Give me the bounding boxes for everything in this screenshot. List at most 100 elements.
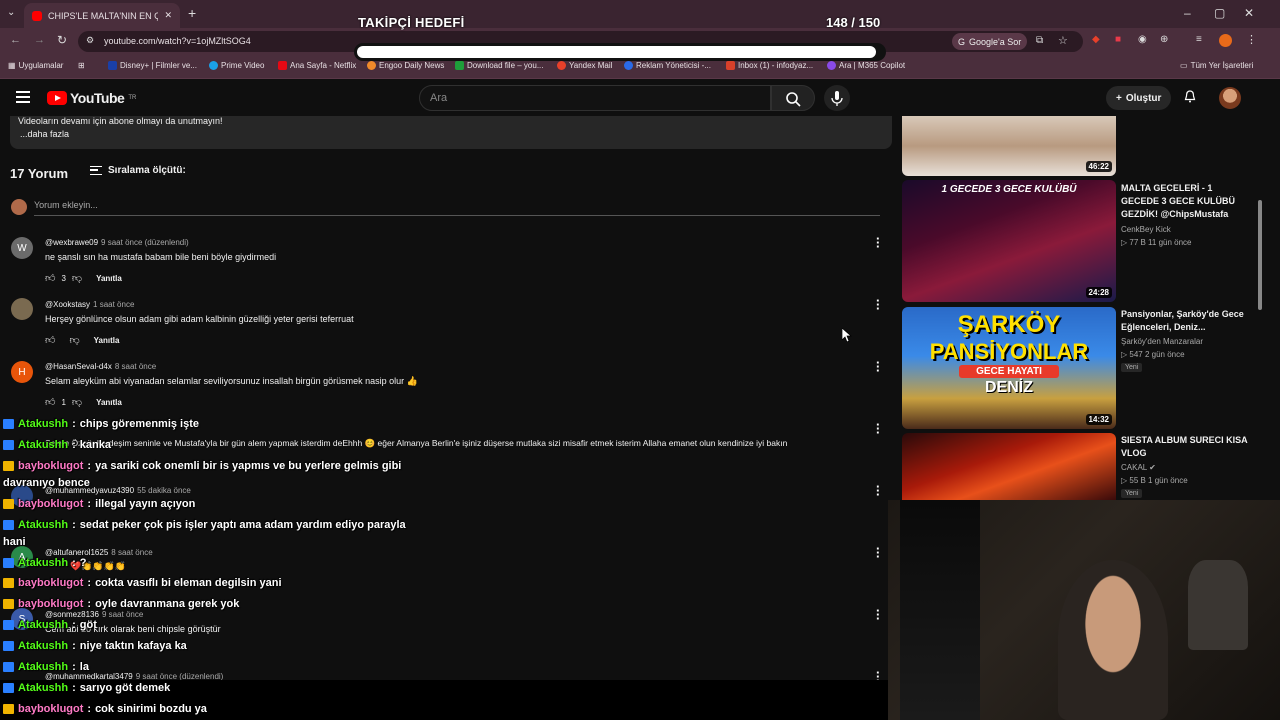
comment-time[interactable]: 9 saat önce (düzenlendi) [101,238,189,247]
comment-header: @sonmez8136 9 saat önce [45,610,143,619]
comment-time[interactable]: 8 saat önce [115,362,156,371]
follower-goal-count: 148 / 150 [826,15,881,30]
sidebar-scrollbar[interactable] [1258,200,1262,310]
site-info-icon[interactable]: ⚙ [86,35,94,46]
comment-author[interactable]: @Xookstasy [45,300,90,309]
video-thumbnail[interactable]: ŞARKÖY PANSİYONLAR GECE HAYATI DENİZ 14:… [902,307,1116,429]
bookmark-label: Yandex Mail [569,61,613,70]
comment-author[interactable]: @altufanerol1625 [45,548,108,557]
video-title[interactable]: SIESTA ALBUM SURECI KISA VLOG [1121,434,1251,460]
add-comment-input[interactable]: Yorum ekleyin... [34,200,880,216]
dislike-icon[interactable]: 👎︎ [72,272,82,284]
comment-author[interactable]: @HasanSeval-d4x [45,362,112,371]
create-button[interactable]: + Oluştur [1106,86,1172,110]
reload-icon[interactable]: ↻ [57,33,67,47]
url-text[interactable]: youtube.com/watch?v=1ojMZltSOG4 [104,36,251,46]
chat-badge-icon [3,499,14,509]
comment-time[interactable]: 55 dakika önce [137,486,191,495]
comment-menu-icon[interactable]: ··· [876,542,880,563]
video-thumbnail[interactable]: 1 GECEDE 3 GECE KULÜBÜ 24:28 [902,180,1116,302]
bookmark-download[interactable]: Download file – you... [455,61,544,70]
comment-menu-icon[interactable]: ··· [876,480,880,501]
bookmark-copilot[interactable]: Ara | M365 Copilot [827,61,905,70]
comment-time[interactable]: 8 saat önce [111,548,152,557]
maximize-icon[interactable]: ▢ [1214,6,1225,20]
google-ask-button[interactable]: G Google'a Sor [952,33,1028,50]
bookmark-engoo[interactable]: Engoo Daily News [367,61,444,70]
profile-icon[interactable] [1219,34,1232,47]
search-button[interactable] [771,85,815,111]
search-input[interactable]: Ara [419,85,771,111]
like-icon[interactable]: 👍︎ [45,272,55,284]
youtube-logo[interactable]: YouTube TR [47,90,136,106]
chat-message: Atakushh:? [3,557,87,569]
thumbnail-banner-text: 1 GECEDE 3 GECE KULÜBÜ [941,184,1077,195]
bookmark-inbox[interactable]: Inbox (1) - infodyaz... [726,61,813,70]
comment-avatar[interactable]: W [11,237,33,259]
bookmark-label: Disney+ | Filmler ve... [120,61,197,70]
chat-text: ya sariki cok onemli bir is yapmıs ve bu… [95,460,402,472]
channel-name[interactable]: CenkBey Kick [1121,225,1171,234]
bookmark-reklam[interactable]: Reklam Yöneticisi -... [624,61,711,70]
browser-menu-icon[interactable]: ⋮ [1246,33,1257,46]
video-title[interactable]: MALTA GECELERİ - 1 GECEDE 3 GECE KULÜBÜ … [1121,182,1251,221]
user-avatar[interactable] [1219,87,1241,109]
chat-text: kanka [79,439,111,451]
comment-time[interactable]: 1 saat önce [93,300,134,309]
country-code: TR [128,95,137,101]
extension-icon-3[interactable]: ◉ [1138,34,1147,45]
notifications-bell-icon[interactable] [1184,90,1196,103]
bookmark-star-icon[interactable]: ☆ [1058,34,1068,47]
browser-tab-active[interactable]: CHIPS'LE MALTA'NIN EN ÇILGIN ✕ [24,3,180,28]
channel-name[interactable]: Şarköy'den Manzaralar [1121,337,1203,346]
video-thumbnail[interactable] [902,433,1116,500]
extension-icon-2[interactable]: ■ [1115,34,1121,45]
reading-list-icon[interactable]: ≡ [1196,34,1202,45]
sort-button[interactable]: Sıralama ölçütü: [90,165,186,176]
bookmark-yandex[interactable]: Yandex Mail [557,61,612,70]
reply-button[interactable]: Yanıtla [94,336,120,345]
forward-icon[interactable]: → [34,34,45,46]
extension-icon-4[interactable]: ⊕ [1160,34,1168,45]
tab-list-icon[interactable]: ⌄ [7,7,15,18]
tab-close-icon[interactable]: ✕ [164,10,172,21]
comment-author[interactable]: @sonmez8136 [45,610,99,619]
video-title[interactable]: Pansiyonlar, Şarköy'de Gece Eğlenceleri,… [1121,308,1251,334]
bookmark-label: Inbox (1) - infodyaz... [738,61,814,70]
chat-username: Atakushh [18,439,69,451]
bookmark-disney[interactable]: Disney+ | Filmler ve... [108,61,197,70]
comment-author[interactable]: @wexbrawe09 [45,238,98,247]
new-tab-icon[interactable]: + [188,5,196,21]
bookmark-grid[interactable]: ⊞ [78,61,85,70]
description-more-link[interactable]: ...daha fazla [20,129,69,139]
dislike-icon[interactable]: 👎︎ [72,396,82,408]
comment-time[interactable]: 9 saat önce [102,610,143,619]
reply-button[interactable]: Yanıtla [96,274,122,283]
comment-menu-icon[interactable]: ··· [876,356,880,377]
install-icon[interactable]: ⧉ [1036,35,1043,46]
bookmark-apps[interactable]: ▦ Uygulamalar [8,61,63,70]
comment-menu-icon[interactable]: ··· [876,294,880,315]
google-icon: G [958,36,966,47]
comment-avatar[interactable] [11,298,33,320]
voice-search-button[interactable] [824,85,850,111]
minimize-icon[interactable]: – [1184,6,1191,20]
channel-name[interactable]: CAKAL ✔ [1121,463,1156,472]
like-icon[interactable]: 👍︎ [45,334,55,346]
bookmark-netflix[interactable]: Ana Sayfa - Netflix [278,61,356,70]
reply-button[interactable]: Yanıtla [96,398,122,407]
hamburger-menu-icon[interactable] [16,91,30,103]
window-close-icon[interactable]: ✕ [1244,6,1254,20]
like-icon[interactable]: 👍︎ [45,396,55,408]
follower-goal-fill [357,46,877,58]
video-thumbnail[interactable]: 46:22 [902,116,1116,176]
back-icon[interactable]: ← [10,34,21,46]
comment-avatar[interactable]: H [11,361,33,383]
all-bookmarks[interactable]: ▭ Tüm Yer İşaretleri [1180,61,1253,70]
comment-menu-icon[interactable]: ··· [876,232,880,253]
extension-icon-1[interactable]: ◆ [1092,34,1100,45]
comment-menu-icon[interactable]: ··· [876,418,880,439]
dislike-icon[interactable]: 👎︎ [69,334,79,346]
comment-menu-icon[interactable]: ··· [876,604,880,625]
bookmark-prime[interactable]: Prime Video [209,61,264,70]
